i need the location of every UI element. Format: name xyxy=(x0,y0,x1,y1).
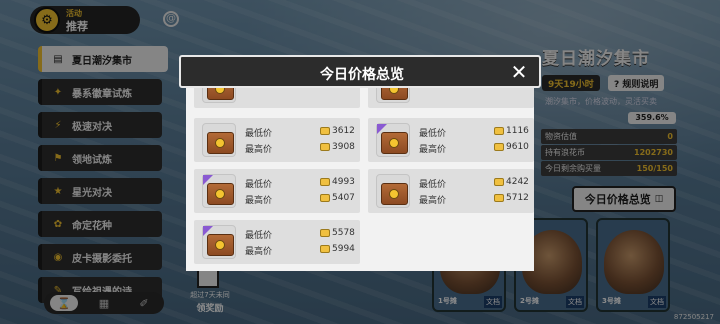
price-tile[interactable] xyxy=(194,88,360,108)
coin-icon xyxy=(494,127,504,135)
coin-icon xyxy=(320,245,330,253)
high-price-value: 5994 xyxy=(332,244,355,254)
chest-icon xyxy=(376,88,410,103)
rarity-badge xyxy=(203,226,213,236)
price-tile[interactable] xyxy=(368,88,534,108)
low-price-label: 最低价 xyxy=(245,129,273,139)
coin-icon xyxy=(494,143,504,151)
high-price-label: 最高价 xyxy=(419,196,447,206)
close-icon[interactable]: ✕ xyxy=(508,61,530,83)
chest-icon xyxy=(202,123,236,157)
coin-icon xyxy=(494,178,504,186)
price-tile[interactable]: 最低价最高价 3612 3908 xyxy=(194,118,360,162)
low-price-value: 5578 xyxy=(332,228,355,238)
low-price-value: 1116 xyxy=(506,126,529,136)
coin-icon xyxy=(494,194,504,202)
high-price-value: 5407 xyxy=(332,193,355,203)
high-price-label: 最高价 xyxy=(245,196,273,206)
low-price-label: 最低价 xyxy=(245,231,273,241)
rarity-badge xyxy=(377,124,387,134)
high-price-label: 最高价 xyxy=(245,247,273,257)
modal-title: 今日价格总览 xyxy=(320,67,404,83)
coin-icon xyxy=(320,127,330,135)
price-tile[interactable]: 最低价最高价 4993 5407 xyxy=(194,169,360,213)
low-price-label: 最低价 xyxy=(245,180,273,190)
chest-icon xyxy=(376,174,410,208)
price-overview-modal: 今日价格总览 ✕ 最低价 最高价 3612 3908 最低价 最高价 1116 9610 最低价… xyxy=(179,55,541,271)
low-price-value: 4242 xyxy=(506,177,529,187)
chest-icon xyxy=(202,88,236,103)
price-tile[interactable]: 最低价最高价 1116 9610 xyxy=(368,118,534,162)
low-price-value: 3612 xyxy=(332,126,355,136)
coin-icon xyxy=(320,229,330,237)
modal-header: 今日价格总览 ✕ xyxy=(179,55,541,88)
high-price-value: 5712 xyxy=(506,193,529,203)
high-price-value: 3908 xyxy=(332,142,355,152)
coin-icon xyxy=(320,143,330,151)
price-list[interactable]: 最低价 最高价 3612 3908 最低价 最高价 1116 9610 最低价 最高价 4993 54… xyxy=(186,88,534,271)
high-price-label: 最高价 xyxy=(245,145,273,155)
low-price-label: 最低价 xyxy=(419,180,447,190)
high-price-value: 9610 xyxy=(506,142,529,152)
high-price-label: 最高价 xyxy=(419,145,447,155)
coin-icon xyxy=(320,194,330,202)
chest-icon xyxy=(376,123,410,157)
rarity-badge xyxy=(203,175,213,185)
low-price-value: 4993 xyxy=(332,177,355,187)
low-price-label: 最低价 xyxy=(419,129,447,139)
price-tile[interactable]: 最低价最高价 5578 5994 xyxy=(194,220,360,264)
price-tile[interactable]: 最低价最高价 4242 5712 xyxy=(368,169,534,213)
chest-icon xyxy=(202,174,236,208)
chest-icon xyxy=(202,225,236,259)
coin-icon xyxy=(320,178,330,186)
